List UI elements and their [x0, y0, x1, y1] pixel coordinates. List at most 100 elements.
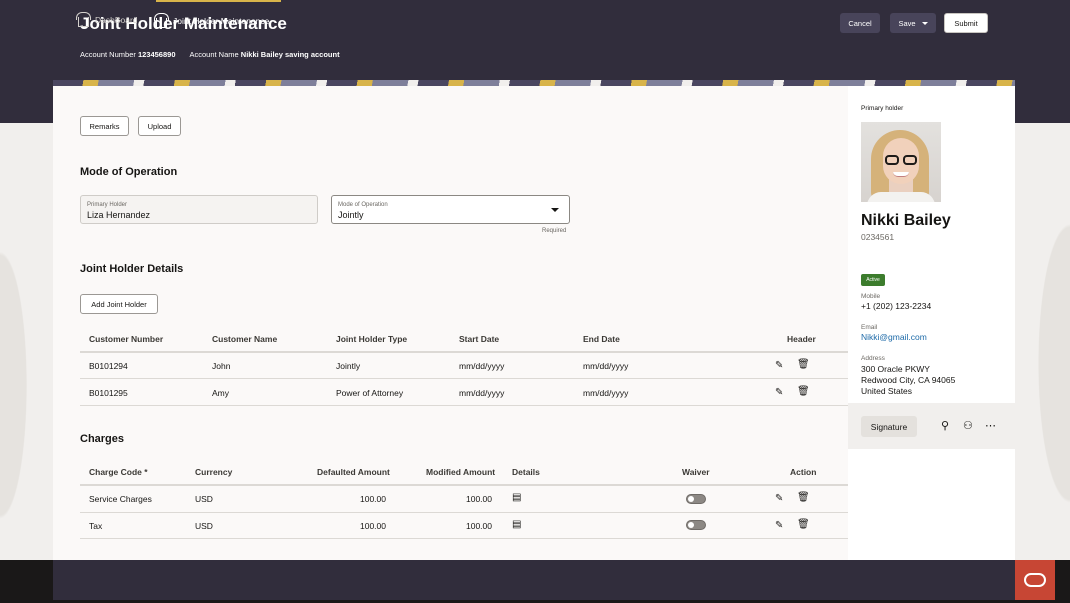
column-header: End Date — [583, 334, 620, 344]
signature-button[interactable]: Signature — [861, 416, 917, 437]
customer-number-cell: B0101294 — [89, 361, 128, 371]
primary-holder-value: Liza Hernandez — [87, 210, 151, 220]
details-icon[interactable]: ▤ — [512, 493, 521, 503]
primary-holder-field[interactable]: Primary Holder Liza Hernandez — [80, 195, 318, 224]
divider — [80, 378, 848, 379]
column-header: Charge Code * — [89, 467, 148, 477]
account-number-value: 123456890 — [137, 50, 176, 59]
column-header: Waiver — [682, 467, 710, 477]
column-header: Currency — [195, 467, 233, 477]
column-header: Start Date — [459, 334, 500, 344]
chevron-down-icon — [551, 208, 559, 212]
profile-name: Nikki Bailey — [861, 212, 951, 229]
modified-amount-cell: 100.00 — [466, 521, 492, 531]
avatar — [861, 122, 941, 202]
user-settings-icon[interactable]: ⚲ — [941, 421, 949, 432]
charge-code-cell: Service Charges — [89, 494, 152, 504]
remarks-button[interactable]: Remarks — [80, 116, 129, 136]
email-link[interactable]: Nikki@gmail.com — [861, 332, 927, 343]
primary-holder-caption: Primary holder — [861, 105, 904, 112]
tab-label: Joint Holder Maintenance — [173, 16, 270, 26]
oracle-logo-button[interactable] — [1015, 560, 1055, 600]
charge-code-cell: Tax — [89, 521, 103, 531]
delete-icon[interactable]: 🗑 — [797, 387, 810, 397]
mobile-label: Mobile — [861, 293, 881, 300]
mode-of-operation-heading: Mode of Operation — [80, 166, 178, 178]
account-number-label: Account Number — [80, 50, 136, 59]
divider — [80, 538, 848, 539]
tab-label: DashBoard — [95, 15, 138, 25]
end-date-cell: mm/dd/yyyy — [583, 361, 629, 371]
upload-button[interactable]: Upload — [138, 116, 181, 136]
delete-icon[interactable]: 🗑 — [797, 493, 810, 503]
home-icon — [154, 12, 169, 28]
address-line-1: 300 Oracle PKWY — [861, 364, 930, 374]
details-icon[interactable]: ▤ — [512, 520, 521, 530]
submit-button[interactable]: Submit — [944, 13, 988, 33]
account-name: Account Name Nikki Bailey saving account — [190, 50, 340, 59]
email-label: Email — [861, 324, 878, 331]
column-header: Defaulted Amount — [317, 467, 390, 477]
divider — [80, 351, 848, 353]
status-badge: Active — [861, 274, 885, 286]
joint-holder-type-cell: Power of Attorney — [336, 388, 404, 398]
divider — [80, 484, 848, 486]
joint-holder-heading: Joint Holder Details — [80, 263, 184, 275]
main-panel — [53, 86, 848, 560]
mode-of-operation-value: Jointly — [338, 210, 364, 220]
add-joint-holder-button[interactable]: Add Joint Holder — [80, 294, 158, 314]
modified-amount-cell: 100.00 — [466, 494, 492, 504]
account-name-label: Account Name — [189, 50, 239, 59]
address-line-2: Redwood City, CA 94065 — [861, 375, 956, 385]
waiver-toggle[interactable] — [686, 494, 706, 504]
start-date-cell: mm/dd/yyyy — [459, 361, 505, 371]
currency-cell: USD — [195, 521, 213, 531]
home-icon — [76, 11, 91, 27]
customer-number-cell: B0101295 — [89, 388, 128, 398]
window-frame — [0, 560, 53, 603]
column-header: Details — [512, 467, 540, 477]
charges-heading: Charges — [80, 433, 125, 445]
oracle-logo-icon — [1024, 573, 1046, 587]
currency-cell: USD — [195, 494, 213, 504]
delete-icon[interactable]: 🗑 — [797, 520, 810, 530]
edit-icon[interactable]: ✎ — [775, 494, 783, 504]
profile-id: 0234561 — [861, 232, 895, 242]
mode-of-operation-label: Mode of Operation — [338, 202, 388, 208]
background-decoration — [1015, 123, 1070, 560]
tab-dashboard[interactable]: DashBoard — [76, 0, 138, 40]
start-date-cell: mm/dd/yyyy — [459, 388, 505, 398]
required-mark: * — [144, 467, 148, 477]
save-button[interactable]: Save — [890, 13, 936, 33]
background-decoration — [0, 123, 53, 560]
account-number: Account Number 123456890 — [80, 50, 176, 59]
mobile-value: +1 (202) 123-2234 — [861, 301, 932, 311]
column-header: Customer Number — [89, 334, 164, 344]
tab-joint-holder-maintenance[interactable]: Joint Holder Maintenance — [154, 0, 281, 40]
column-header: Header — [787, 334, 816, 344]
edit-icon[interactable]: ✎ — [775, 361, 783, 371]
defaulted-amount-cell: 100.00 — [360, 521, 386, 531]
customer-name-cell: Amy — [212, 388, 229, 398]
users-icon[interactable]: ⚇ — [963, 421, 973, 432]
column-header: Action — [790, 467, 817, 477]
column-header: Joint Holder Type — [336, 334, 408, 344]
primary-holder-label: Primary Holder — [87, 202, 128, 208]
customer-name-cell: John — [212, 361, 231, 371]
edit-icon[interactable]: ✎ — [775, 388, 783, 398]
more-icon[interactable]: ⋯ — [985, 421, 996, 432]
end-date-cell: mm/dd/yyyy — [583, 388, 629, 398]
account-name-value: Nikki Bailey saving account — [240, 50, 340, 59]
divider — [80, 405, 848, 406]
edit-icon[interactable]: ✎ — [775, 521, 783, 531]
footer-bar — [53, 560, 1015, 600]
waiver-toggle[interactable] — [686, 520, 706, 530]
delete-icon[interactable]: 🗑 — [797, 360, 810, 370]
charge-code-header: Charge Code — [89, 467, 142, 477]
column-header: Modified Amount — [426, 467, 496, 477]
defaulted-amount-cell: 100.00 — [360, 494, 386, 504]
cancel-button[interactable]: Cancel — [840, 13, 880, 33]
mode-of-operation-select[interactable]: Mode of Operation Jointly — [331, 195, 570, 224]
address-line-3: United States — [861, 386, 913, 396]
required-hint: Required — [542, 228, 567, 234]
